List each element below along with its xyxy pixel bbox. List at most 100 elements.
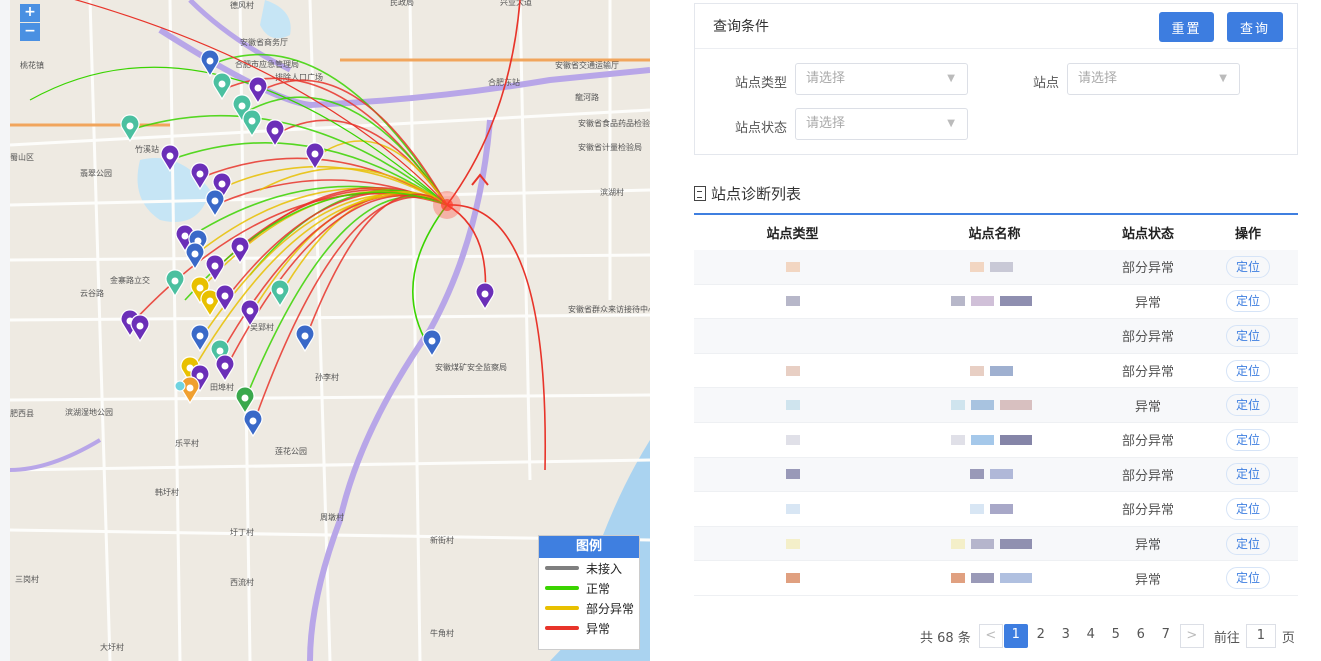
station-type-select[interactable]: 请选择 ▼ [795,63,968,95]
table-row: 异常 定位 [694,285,1298,320]
locate-button[interactable]: 定位 [1226,255,1270,278]
map-label: 金寨路立交 [110,275,150,285]
page-1[interactable]: 1 [1003,624,1028,648]
pond-shape [260,0,291,39]
map-label: 圩丁村 [230,527,254,537]
cell-station-name [891,259,1098,274]
station-map[interactable]: 桃花镇 蜀山区 竹溪站 翡翠公园 安徽省商务厅 合肥市应急管理局 排除人口广场 安徽省交通运输… [10,0,650,661]
cell-action: 定位 [1198,497,1298,520]
legend-swatch [545,566,579,570]
locate-button[interactable]: 定位 [1226,532,1270,555]
table-row: 部分异常 定位 [694,423,1298,458]
redacted-block [785,261,800,272]
station-select[interactable]: 请选择 ▼ [1067,63,1240,95]
marker-dot [174,380,186,392]
page-6[interactable]: 6 [1129,624,1153,648]
map-label: 民政局 [390,0,414,7]
map-label: 竹溪站 [135,144,159,154]
redacted-block [970,365,984,376]
reset-button[interactable]: 重置 [1159,12,1214,42]
map-label: 孙李村 [315,372,339,382]
marker-dot [181,232,189,240]
marker-dot [211,262,219,270]
cell-action: 定位 [1198,394,1298,417]
table-row: 部分异常 定位 [694,319,1298,354]
right-panel: 查询条件 重置 查询 站点类型 请选择 ▼ 站点 请选择 ▼ 站点状态 请选择 ▼ 站… [650,0,1321,661]
locate-button[interactable]: 定位 [1226,463,1270,486]
cell-station-status: 部分异常 [1121,434,1174,450]
map-label: 肥西县 [10,409,34,418]
cell-action: 定位 [1198,532,1298,555]
search-button[interactable]: 查询 [1227,12,1283,42]
locate-button[interactable]: 定位 [1226,497,1270,520]
marker-dot [241,394,249,402]
zoom-out-button[interactable]: − [20,23,40,41]
marker-dot [196,332,204,340]
cell-station-name [891,536,1098,551]
map-label: 安徽省群众来访接待中心 [568,304,650,314]
map-label: 安徽省食品药品检验研究院 [578,118,650,128]
cell-action: 定位 [1198,567,1298,590]
locate-button[interactable]: 定位 [1226,428,1270,451]
page-7[interactable]: 7 [1154,624,1178,648]
flow-arc [252,196,448,426]
cell-station-name [891,467,1098,482]
locate-button[interactable]: 定位 [1226,324,1270,347]
map-label: 西流村 [230,577,254,587]
road [88,0,112,661]
cell-station-name [891,294,1098,309]
redacted-block [1000,400,1032,411]
redacted-block [951,434,965,445]
cell-action: 定位 [1198,255,1298,278]
page-3[interactable]: 3 [1054,624,1078,648]
query-box: 查询条件 重置 查询 站点类型 请选择 ▼ 站点 请选择 ▼ 站点状态 请选择 ▼ [694,3,1298,155]
map-label: 周墩村 [320,512,344,522]
marker-dot [196,284,204,292]
prev-page-button[interactable]: < [978,624,1003,648]
zoom-in-button[interactable]: + [20,4,40,22]
redacted-block [990,365,1013,376]
redacted-block [990,469,1013,480]
redacted-block [1000,296,1032,307]
marker-dot [196,372,204,380]
goto-page-input[interactable]: 1 [1245,624,1276,648]
next-page-button[interactable]: > [1179,624,1204,648]
cell-station-type [694,571,891,586]
marker-dot [206,57,214,65]
marker-dot [196,170,204,178]
locate-button[interactable]: 定位 [1226,394,1270,417]
marker-dot [221,362,229,370]
map-label: 滨湖湿地公园 [65,407,113,417]
road [10,108,650,147]
table-row: 部分异常 定位 [694,354,1298,389]
marker-dot [271,127,279,135]
highway [307,119,493,661]
marker-dot [236,244,244,252]
cell-station-type [694,501,891,516]
station-status-select[interactable]: 请选择 ▼ [795,108,968,140]
marker-dot [218,180,226,188]
cell-action: 定位 [1198,463,1298,486]
redacted-block [1000,434,1032,445]
redacted-block [785,400,800,411]
marker-dot [238,102,246,110]
legend-swatch [545,606,579,610]
header-station-name: 站点名称 [968,227,1021,242]
page-5[interactable]: 5 [1104,624,1128,648]
cell-station-status: 部分异常 [1121,261,1174,277]
marker-dot [136,322,144,330]
marker-dot [166,152,174,160]
map-label: 德风村 [230,0,254,10]
locate-button[interactable]: 定位 [1226,567,1270,590]
page-2[interactable]: 2 [1029,624,1053,648]
locate-button[interactable]: 定位 [1226,359,1270,382]
cell-station-type [694,536,891,551]
table-row: 异常 定位 [694,526,1298,562]
map-label: 乐平村 [175,438,199,448]
cell-station-type [694,398,891,413]
select-placeholder: 请选择 [806,71,846,86]
map-label: 合肥东站 [488,77,520,87]
locate-button[interactable]: 定位 [1226,290,1270,313]
page-4[interactable]: 4 [1079,624,1103,648]
marker-dot [221,292,229,300]
